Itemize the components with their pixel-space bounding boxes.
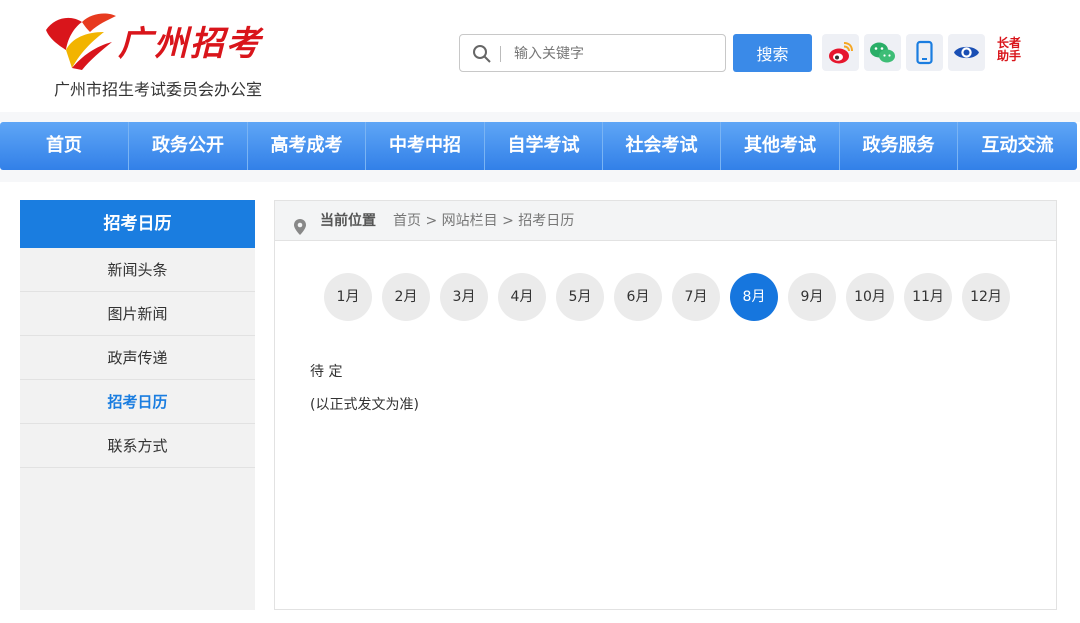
wechat-link[interactable] [864,34,901,71]
main-nav: 首页 政务公开 高考成考 中考中招 自学考试 社会考试 其他考试 政务服务 互动… [0,122,1077,170]
site-header: 广州招考 广州市招生考试委员会办公室 搜索 [0,0,1080,112]
breadcrumb-label: 当前位置 [320,213,376,229]
sidebar-item-photo-news[interactable]: 图片新闻 [20,292,255,336]
nav-item-social-exam[interactable]: 社会考试 [603,122,721,170]
month-button-4[interactable]: 4月 [498,273,546,321]
nav-item-gov-affairs[interactable]: 政务公开 [129,122,248,170]
accessibility-link[interactable] [948,34,985,71]
header-separator [0,112,1080,122]
logo-subtitle: 广州市招生考试委员会办公室 [54,80,263,99]
logo-mark-icon [42,10,118,76]
sidebar-item-exam-calendar[interactable]: 招考日历 [20,380,255,424]
nav-item-interaction[interactable]: 互动交流 [958,122,1077,170]
mobile-icon [916,40,933,65]
eye-icon [954,46,979,59]
nav-item-self-study[interactable]: 自学考试 [485,122,603,170]
sidebar-title: 招考日历 [20,200,255,248]
month-button-10[interactable]: 10月 [846,273,894,321]
nav-separator [0,170,1080,182]
sidebar-item-contact[interactable]: 联系方式 [20,424,255,468]
search-button[interactable]: 搜索 [733,34,812,72]
month-button-3[interactable]: 3月 [440,273,488,321]
nav-item-home[interactable]: 首页 [0,122,129,170]
month-button-2[interactable]: 2月 [382,273,430,321]
sidebar: 招考日历 新闻头条 图片新闻 政声传递 招考日历 联系方式 [20,200,255,610]
breadcrumb-path[interactable]: 首页 > 网站栏目 > 招考日历 [393,201,574,241]
wechat-icon [870,42,895,63]
search-box [459,34,726,72]
search-divider [500,46,501,62]
mobile-link[interactable] [906,34,943,71]
month-button-12[interactable]: 12月 [962,273,1010,321]
sidebar-item-headlines[interactable]: 新闻头条 [20,248,255,292]
main-content: 当前位置 首页 > 网站栏目 > 招考日历 1月 2月 3月 4月 5月 6月 … [274,200,1057,610]
sidebar-item-gov-voice[interactable]: 政声传递 [20,336,255,380]
month-button-5[interactable]: 5月 [556,273,604,321]
weibo-icon [829,42,853,64]
search-input[interactable] [514,42,714,66]
month-button-7[interactable]: 7月 [672,273,720,321]
location-pin-icon [293,212,307,252]
site-logo[interactable]: 广州招考 广州市招生考试委员会办公室 [40,8,280,103]
calendar-status: 待 定 [310,364,343,380]
month-button-8[interactable]: 8月 [730,273,778,321]
logo-title: 广州招考 [118,24,262,64]
nav-item-gaokao[interactable]: 高考成考 [248,122,366,170]
breadcrumb: 当前位置 首页 > 网站栏目 > 招考日历 [275,201,1056,241]
month-button-9[interactable]: 9月 [788,273,836,321]
search-icon [472,44,492,68]
nav-item-other-exam[interactable]: 其他考试 [721,122,840,170]
elder-assistant-icon: 长者助手 [996,36,1021,63]
month-selector: 1月 2月 3月 4月 5月 6月 7月 8月 9月 10月 11月 12月 [324,273,1010,321]
weibo-link[interactable] [822,34,859,71]
nav-item-zhongkao[interactable]: 中考中招 [366,122,485,170]
month-button-11[interactable]: 11月 [904,273,952,321]
month-button-1[interactable]: 1月 [324,273,372,321]
month-button-6[interactable]: 6月 [614,273,662,321]
elder-assistant-link[interactable]: 长者助手 [990,34,1027,71]
calendar-note: (以正式发文为准) [310,397,419,413]
nav-item-gov-service[interactable]: 政务服务 [840,122,958,170]
